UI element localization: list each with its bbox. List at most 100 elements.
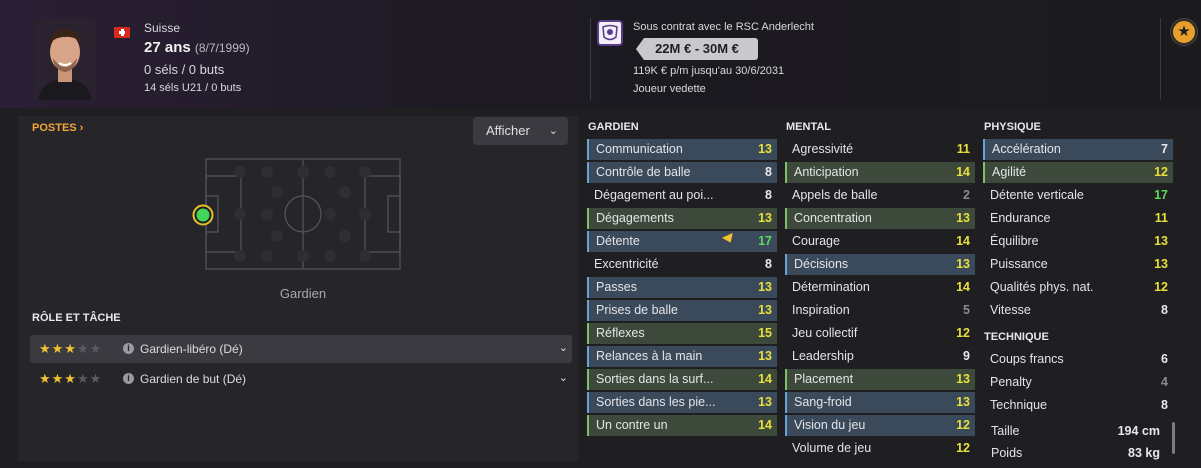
- attribute-name: Leadership: [792, 349, 854, 363]
- attribute-name: Endurance: [990, 211, 1051, 225]
- attribute-name: Inspiration: [792, 303, 850, 317]
- attribute-name: Décisions: [794, 257, 849, 271]
- attribute-name: Concentration: [794, 211, 872, 225]
- attribute-row[interactable]: Prises de balle 13: [587, 300, 777, 321]
- attribute-row[interactable]: Placement 13: [785, 369, 975, 390]
- attribute-name: Agilité: [992, 165, 1027, 179]
- attribute-row[interactable]: Communication 13: [587, 139, 777, 160]
- attribute-row[interactable]: Coups francs 6: [983, 349, 1173, 370]
- attribute-row[interactable]: Concentration 13: [785, 208, 975, 229]
- club-logo[interactable]: [597, 20, 623, 46]
- attribute-row[interactable]: Appels de balle 2: [785, 185, 975, 206]
- attribute-value: 13: [758, 303, 772, 317]
- transfer-value-tag: 22M € - 30M €: [636, 38, 758, 60]
- attribute-row[interactable]: Réflexes 15: [587, 323, 777, 344]
- attribute-value: 14: [956, 234, 970, 248]
- attribute-row[interactable]: Vision du jeu 12: [785, 415, 975, 436]
- attribute-name: Volume de jeu: [792, 441, 872, 455]
- attribute-row[interactable]: Dégagement au poi... 8: [587, 185, 777, 206]
- attribute-value: 8: [765, 257, 772, 271]
- attribute-row[interactable]: Courage 14: [785, 231, 975, 252]
- attribute-row[interactable]: Agilité 12: [983, 162, 1173, 183]
- attribute-value: 14: [956, 165, 970, 179]
- attribute-value: 8: [1161, 303, 1168, 317]
- attribute-row[interactable]: Relances à la main 13: [587, 346, 777, 367]
- attribute-row[interactable]: Sorties dans la surf... 14: [587, 369, 777, 390]
- attribute-row[interactable]: Dégagements 13: [587, 208, 777, 229]
- attribute-row[interactable]: Un contre un 14: [587, 415, 777, 436]
- attribute-name: Sorties dans la surf...: [596, 372, 714, 386]
- attribute-value: 9: [963, 349, 970, 363]
- mental-section-title: MENTAL: [786, 121, 832, 133]
- attribute-value: 12: [956, 326, 970, 340]
- attribute-row[interactable]: Sorties dans les pie... 13: [587, 392, 777, 413]
- attribute-row[interactable]: Leadership 9: [785, 346, 975, 367]
- attribute-row[interactable]: Vitesse 8: [983, 300, 1173, 321]
- info-icon[interactable]: i: [123, 343, 134, 354]
- attribute-name: Prises de balle: [596, 303, 678, 317]
- physical-section-title: PHYSIQUE: [984, 121, 1041, 133]
- role-rating-stars: ★★★★★: [39, 341, 103, 356]
- attribute-row[interactable]: Excentricité 8: [587, 254, 777, 275]
- attribute-name: Penalty: [990, 375, 1032, 389]
- attribute-row[interactable]: Endurance 11: [983, 208, 1173, 229]
- attribute-value: 13: [956, 395, 970, 409]
- role-row[interactable]: ★★★★★ i Gardien-libéro (Dé) ⌄: [30, 335, 572, 363]
- height-value: 194 cm: [1117, 424, 1160, 438]
- attribute-row[interactable]: Détermination 14: [785, 277, 975, 298]
- contract-club: Sous contrat avec le RSC Anderlecht: [633, 21, 814, 33]
- attribute-name: Communication: [596, 142, 683, 156]
- height-label: Taille: [991, 424, 1020, 438]
- attribute-value: 4: [1161, 375, 1168, 389]
- attribute-row[interactable]: Agressivité 11: [785, 139, 975, 160]
- attribute-row[interactable]: Qualités phys. nat. 12: [983, 277, 1173, 298]
- wage-info: 119K € p/m jusqu'au 30/6/2031: [633, 65, 785, 77]
- goalkeeper-position-marker: [192, 204, 214, 226]
- chevron-down-icon[interactable]: ⌄: [559, 341, 568, 354]
- attribute-name: Coups francs: [990, 352, 1064, 366]
- player-avatar: [34, 18, 96, 100]
- attribute-row[interactable]: Équilibre 13: [983, 231, 1173, 252]
- attribute-row[interactable]: Puissance 13: [983, 254, 1173, 275]
- info-icon[interactable]: i: [123, 373, 134, 384]
- attribute-row[interactable]: Penalty 4: [983, 372, 1173, 393]
- attribute-value: 12: [1154, 280, 1168, 294]
- chevron-down-icon: ⌄: [548, 125, 558, 137]
- national-caps: 0 séls / 0 buts: [144, 62, 225, 77]
- attribute-row[interactable]: Décisions 13: [785, 254, 975, 275]
- attribute-value: 8: [765, 188, 772, 202]
- scrollbar[interactable]: [1172, 422, 1175, 454]
- attribute-name: Relances à la main: [596, 349, 703, 363]
- attribute-row[interactable]: Anticipation 14: [785, 162, 975, 183]
- attribute-value: 6: [1161, 352, 1168, 366]
- attribute-name: Un contre un: [596, 418, 668, 432]
- pitch-diagram: [205, 158, 401, 270]
- attribute-row[interactable]: Sang-froid 13: [785, 392, 975, 413]
- attribute-row[interactable]: Détente 17: [587, 231, 777, 252]
- attribute-row[interactable]: Détente verticale 17: [983, 185, 1173, 206]
- attribute-row[interactable]: Inspiration 5: [785, 300, 975, 321]
- star-icon[interactable]: ★: [1171, 19, 1197, 45]
- attribute-value: 13: [956, 372, 970, 386]
- display-dropdown[interactable]: Afficher ⌄: [473, 117, 568, 145]
- attribute-value: 13: [956, 257, 970, 271]
- swiss-flag-icon: [114, 27, 130, 38]
- attribute-row[interactable]: Technique 8: [983, 395, 1173, 416]
- attribute-row[interactable]: Passes 13: [587, 277, 777, 298]
- attribute-name: Passes: [596, 280, 637, 294]
- positions-link[interactable]: POSTES ›: [32, 122, 83, 134]
- header-divider-right: [1160, 18, 1161, 100]
- attribute-value: 12: [956, 441, 970, 455]
- technical-section-title: TECHNIQUE: [984, 331, 1049, 343]
- role-row[interactable]: ★★★★★ i Gardien de but (Dé) ⌄: [30, 365, 572, 393]
- attribute-row[interactable]: Volume de jeu 12: [785, 438, 975, 459]
- attribute-row[interactable]: Accélération 7: [983, 139, 1173, 160]
- attribute-value: 5: [963, 303, 970, 317]
- attribute-row[interactable]: Jeu collectif 12: [785, 323, 975, 344]
- attribute-value: 2: [963, 188, 970, 202]
- header-divider: [590, 18, 591, 100]
- attribute-row[interactable]: Contrôle de balle 8: [587, 162, 777, 183]
- attribute-name: Jeu collectif: [792, 326, 858, 340]
- attribute-value: 12: [1154, 165, 1168, 179]
- chevron-down-icon[interactable]: ⌄: [559, 371, 568, 384]
